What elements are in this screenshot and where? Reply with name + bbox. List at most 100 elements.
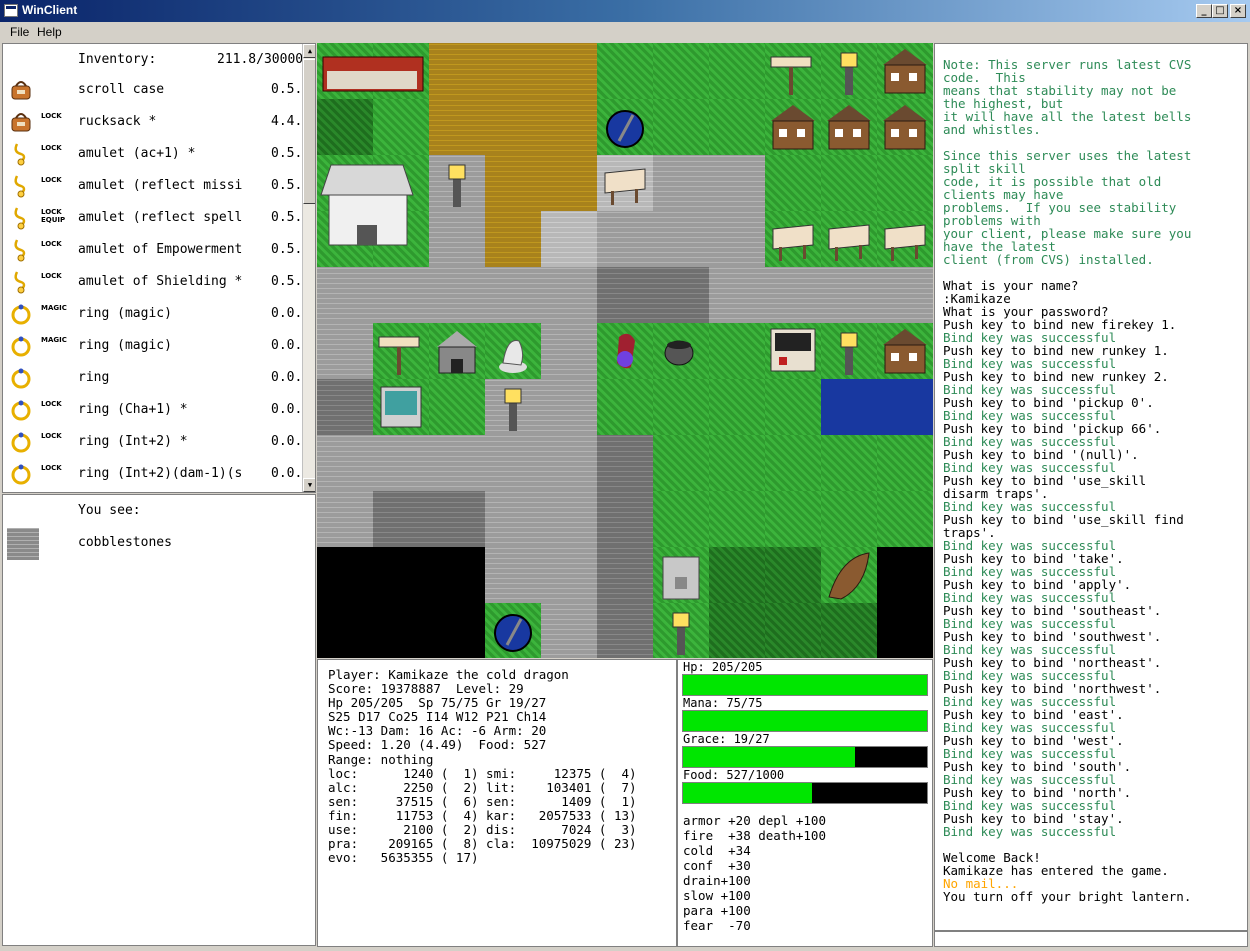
inventory-item[interactable]: LOCK EQUIP amulet (reflect spell 0.5. (3, 202, 303, 234)
cobblestone-icon[interactable] (7, 528, 39, 560)
item-status-tag: LOCK (41, 240, 62, 248)
inventory-item[interactable]: LOCK amulet (reflect missi 0.5. (3, 170, 303, 202)
inventory-item[interactable]: MAGIC ring (magic) 0.0. (3, 330, 303, 362)
maximize-button[interactable]: □ (1212, 4, 1228, 18)
map-shop-icon[interactable] (765, 323, 821, 383)
scroll-thumb[interactable] (303, 59, 315, 204)
inventory-item[interactable]: scroll case 0.5. (3, 74, 303, 106)
map-tile (317, 603, 373, 658)
item-weight: 0.0. (271, 466, 303, 481)
close-button[interactable]: × (1230, 4, 1246, 18)
inventory-item[interactable]: ring 0.0. (3, 362, 303, 394)
map-tile (317, 99, 373, 155)
vital-bar-fill (683, 747, 855, 767)
item-status-tag: LOCK EQUIP (41, 208, 66, 224)
map-house-icon[interactable] (821, 99, 877, 159)
map-orb-icon[interactable] (597, 99, 653, 159)
resist-line: slow +100 (683, 888, 751, 903)
menu-file[interactable]: File (10, 25, 29, 39)
map-house-icon[interactable] (877, 323, 933, 383)
inventory-item[interactable]: LOCK amulet of Empowerment 0.5. (3, 234, 303, 266)
map-tile (765, 603, 821, 658)
inventory-scrollbar[interactable]: ▲ ▼ (302, 44, 315, 492)
map-lamp-icon[interactable] (653, 603, 709, 658)
map-house-icon[interactable] (877, 99, 933, 159)
map-tile (373, 267, 429, 323)
item-name: amulet (reflect missi (78, 178, 243, 193)
vital-bar-fill (683, 711, 927, 731)
map-plaque-icon[interactable] (597, 155, 653, 215)
inventory-item[interactable]: MAGIC ring (magic) 0.0. (3, 298, 303, 330)
map-house-icon[interactable] (877, 43, 933, 103)
vital-bar-fill (683, 675, 927, 695)
map-tile (429, 547, 485, 603)
vital-bar (682, 782, 928, 804)
map-tile (597, 43, 653, 99)
map-tile (765, 379, 821, 435)
map-cauldron-icon[interactable] (653, 323, 709, 383)
map-lamp-icon[interactable] (485, 379, 541, 439)
resist-line: para +100 (683, 903, 751, 918)
map-tile (765, 491, 821, 547)
map-tile (709, 435, 765, 491)
look-item-name[interactable]: cobblestones (78, 535, 172, 550)
game-map[interactable] (317, 43, 933, 658)
map-house-teal-icon[interactable] (373, 379, 429, 439)
map-plaque-icon[interactable] (765, 211, 821, 271)
map-tile (709, 267, 765, 323)
map-tile (653, 435, 709, 491)
map-lamp-icon[interactable] (429, 155, 485, 215)
map-plaque-icon[interactable] (877, 211, 933, 271)
minimize-button[interactable]: _ (1196, 4, 1212, 18)
inventory-item[interactable]: LOCK ring (Cha+1) * 0.0. (3, 394, 303, 426)
item-weight: 0.5. (271, 274, 303, 289)
item-weight: 0.5. (271, 242, 303, 257)
item-weight: 0.0. (271, 370, 303, 385)
map-tile (541, 435, 597, 491)
amulet-icon (9, 206, 33, 230)
vital-label: Food: 527/1000 (683, 768, 785, 782)
item-status-tag: LOCK (41, 464, 62, 472)
menu-help[interactable]: Help (37, 25, 62, 39)
map-tile (429, 379, 485, 435)
map-tile (765, 155, 821, 211)
map-plaque-icon[interactable] (821, 211, 877, 271)
map-tile (317, 435, 373, 491)
map-tile (653, 99, 709, 155)
map-tile (541, 43, 597, 99)
map-tile (541, 267, 597, 323)
inventory-item[interactable]: LOCK ring (Int+2)(dam-1)(s 0.0. (3, 458, 303, 490)
map-house-red-icon[interactable] (317, 43, 429, 103)
map-tile (597, 491, 653, 547)
item-name: rucksack * (78, 114, 157, 129)
ring-icon (9, 302, 33, 326)
vital-bar-fill (683, 783, 812, 803)
map-tile (373, 547, 429, 603)
map-sign-icon[interactable] (373, 323, 429, 383)
item-weight: 0.0. (271, 306, 303, 321)
map-tile (429, 491, 485, 547)
scroll-up-icon[interactable]: ▲ (303, 44, 315, 58)
item-status-tag: LOCK (41, 400, 62, 408)
map-boat-icon[interactable] (821, 547, 877, 607)
scroll-down-icon[interactable]: ▼ (303, 478, 315, 492)
inventory-panel: Inventory: 211.8/30000 scroll case 0.5. LO… (2, 43, 316, 493)
map-lamp-icon[interactable] (821, 43, 877, 103)
map-house-icon[interactable] (765, 99, 821, 159)
inventory-item[interactable]: LOCK rucksack * 4.4. (3, 106, 303, 138)
inventory-item[interactable]: LOCK amulet (ac+1) * 0.5. (3, 138, 303, 170)
inventory-item[interactable]: LOCK ring (Int+2) * 0.0. (3, 426, 303, 458)
map-tile (877, 435, 933, 491)
map-orb-icon[interactable] (485, 603, 541, 658)
map-hut-icon[interactable] (429, 323, 485, 383)
map-lamp-icon[interactable] (821, 323, 877, 383)
command-input[interactable] (934, 931, 1248, 947)
inventory-item[interactable]: LOCK amulet of Shielding * 0.5. (3, 266, 303, 298)
vital-label: Hp: 205/205 (683, 660, 763, 674)
map-temple-icon[interactable] (317, 155, 417, 259)
map-sign-icon[interactable] (765, 43, 821, 103)
map-tile (821, 379, 877, 435)
map-tower-icon[interactable] (653, 547, 709, 607)
item-status-tag: LOCK (41, 432, 62, 440)
map-statue-icon[interactable] (485, 323, 541, 383)
